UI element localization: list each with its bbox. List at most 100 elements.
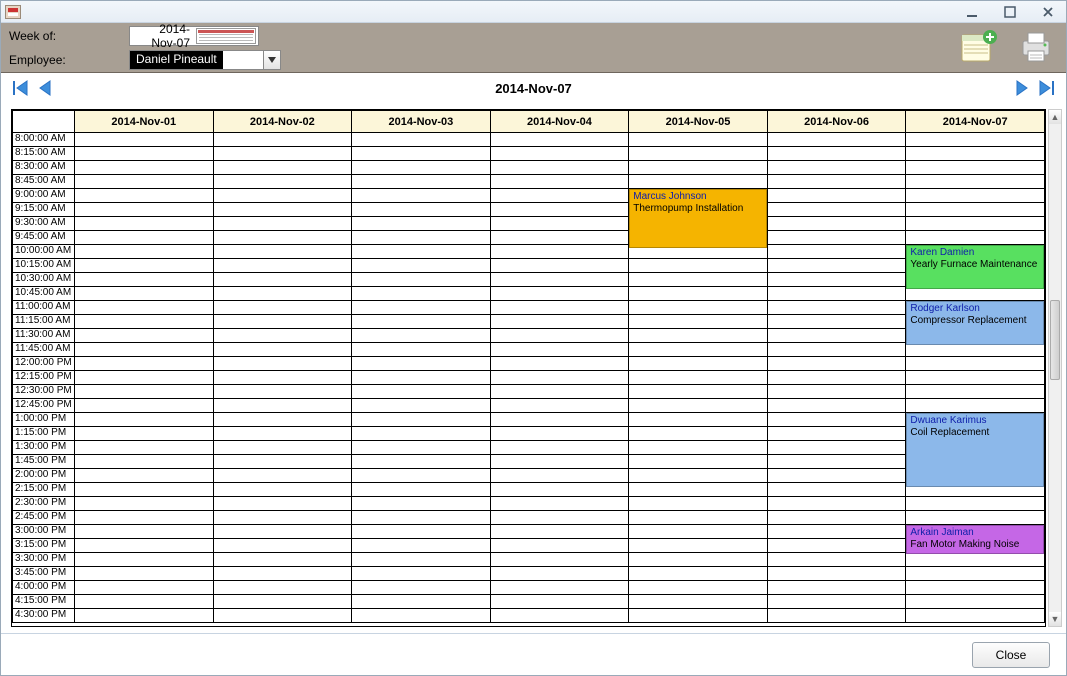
- calendar-cell[interactable]: [906, 399, 1045, 413]
- calendar-cell[interactable]: [75, 455, 214, 469]
- calendar-cell[interactable]: [75, 497, 214, 511]
- calendar-cell[interactable]: [352, 595, 491, 609]
- calendar-cell[interactable]: [490, 329, 629, 343]
- calendar-cell[interactable]: [490, 315, 629, 329]
- calendar-cell[interactable]: [629, 175, 768, 189]
- calendar-cell[interactable]: [75, 343, 214, 357]
- calendar-cell[interactable]: [352, 315, 491, 329]
- calendar-cell[interactable]: [352, 483, 491, 497]
- calendar-cell[interactable]: [629, 273, 768, 287]
- calendar-cell[interactable]: [490, 259, 629, 273]
- calendar-cell[interactable]: [213, 189, 352, 203]
- calendar-cell[interactable]: [490, 133, 629, 147]
- close-button[interactable]: Close: [972, 642, 1050, 668]
- calendar-cell[interactable]: [767, 609, 906, 623]
- calendar-cell[interactable]: [629, 525, 768, 539]
- calendar-cell[interactable]: [906, 567, 1045, 581]
- calendar-cell[interactable]: [629, 595, 768, 609]
- calendar-cell[interactable]: [490, 441, 629, 455]
- calendar-cell[interactable]: [629, 357, 768, 371]
- calendar-cell[interactable]: [75, 609, 214, 623]
- calendar-cell[interactable]: [352, 301, 491, 315]
- calendar-cell[interactable]: [352, 413, 491, 427]
- calendar-cell[interactable]: [629, 609, 768, 623]
- calendar-cell[interactable]: [213, 273, 352, 287]
- calendar-cell[interactable]: [767, 385, 906, 399]
- calendar-cell[interactable]: [213, 161, 352, 175]
- calendar-cell[interactable]: [213, 175, 352, 189]
- calendar-cell[interactable]: [490, 287, 629, 301]
- calendar-cell[interactable]: [213, 301, 352, 315]
- calendar-cell[interactable]: [629, 147, 768, 161]
- calendar-cell[interactable]: [629, 567, 768, 581]
- calendar-cell[interactable]: [629, 539, 768, 553]
- calendar-cell[interactable]: [906, 553, 1045, 567]
- calendar-cell[interactable]: [629, 427, 768, 441]
- calendar-cell[interactable]: [352, 161, 491, 175]
- calendar-cell[interactable]: [75, 287, 214, 301]
- calendar-cell[interactable]: [75, 427, 214, 441]
- calendar-cell[interactable]: [490, 609, 629, 623]
- calendar-cell[interactable]: [213, 343, 352, 357]
- calendar-cell[interactable]: [490, 497, 629, 511]
- calendar-cell[interactable]: [213, 315, 352, 329]
- calendar-cell[interactable]: [352, 511, 491, 525]
- calendar-cell[interactable]: [213, 553, 352, 567]
- appointment[interactable]: Karen DamienYearly Furnace Maintenance: [906, 245, 1044, 289]
- calendar-cell[interactable]: [75, 175, 214, 189]
- calendar-cell[interactable]: [213, 427, 352, 441]
- calendar-cell[interactable]: [75, 567, 214, 581]
- calendar-cell[interactable]: [629, 581, 768, 595]
- calendar-cell[interactable]: [906, 147, 1045, 161]
- calendar-cell[interactable]: [75, 441, 214, 455]
- calendar-cell[interactable]: [767, 161, 906, 175]
- calendar-cell[interactable]: [75, 595, 214, 609]
- calendar-cell[interactable]: [490, 301, 629, 315]
- calendar-cell[interactable]: [490, 371, 629, 385]
- calendar-cell[interactable]: [352, 189, 491, 203]
- next-week-button[interactable]: [1012, 78, 1032, 98]
- calendar-cell[interactable]: [213, 609, 352, 623]
- calendar-cell[interactable]: [352, 231, 491, 245]
- calendar-cell[interactable]: [629, 469, 768, 483]
- appointment[interactable]: Rodger KarlsonCompressor Replacement: [906, 301, 1044, 345]
- calendar-cell[interactable]: [767, 147, 906, 161]
- calendar-cell[interactable]: [490, 175, 629, 189]
- calendar-cell[interactable]: [75, 553, 214, 567]
- calendar-cell[interactable]: [352, 497, 491, 511]
- first-week-button[interactable]: [11, 78, 31, 98]
- calendar-cell[interactable]: [629, 455, 768, 469]
- calendar-cell[interactable]: [75, 273, 214, 287]
- calendar-cell[interactable]: [490, 203, 629, 217]
- calendar-cell[interactable]: [352, 357, 491, 371]
- calendar-cell[interactable]: [629, 385, 768, 399]
- calendar-cell[interactable]: [352, 273, 491, 287]
- close-window-button[interactable]: [1034, 4, 1062, 20]
- calendar-cell[interactable]: [490, 385, 629, 399]
- calendar-cell[interactable]: [75, 539, 214, 553]
- calendar-cell[interactable]: [352, 455, 491, 469]
- calendar-cell[interactable]: [490, 553, 629, 567]
- calendar-cell[interactable]: [906, 189, 1045, 203]
- calendar-cell[interactable]: [767, 217, 906, 231]
- calendar-cell[interactable]: [906, 203, 1045, 217]
- calendar-cell[interactable]: [767, 287, 906, 301]
- calendar-cell[interactable]: [213, 399, 352, 413]
- calendar-cell[interactable]: [75, 525, 214, 539]
- calendar-cell[interactable]: [75, 385, 214, 399]
- calendar-cell[interactable]: [629, 133, 768, 147]
- appointment[interactable]: Arkain JaimanFan Motor Making Noise: [906, 525, 1044, 554]
- calendar-cell[interactable]: [75, 413, 214, 427]
- calendar-cell[interactable]: [629, 553, 768, 567]
- calendar-cell[interactable]: [906, 497, 1045, 511]
- calendar-cell[interactable]: [75, 231, 214, 245]
- calendar-cell[interactable]: [213, 413, 352, 427]
- calendar-cell[interactable]: [352, 259, 491, 273]
- calendar-cell[interactable]: [213, 133, 352, 147]
- calendar-cell[interactable]: [75, 581, 214, 595]
- calendar-cell[interactable]: [213, 259, 352, 273]
- calendar-cell[interactable]: [75, 329, 214, 343]
- calendar-cell[interactable]: [490, 469, 629, 483]
- last-week-button[interactable]: [1036, 78, 1056, 98]
- calendar-cell[interactable]: [629, 483, 768, 497]
